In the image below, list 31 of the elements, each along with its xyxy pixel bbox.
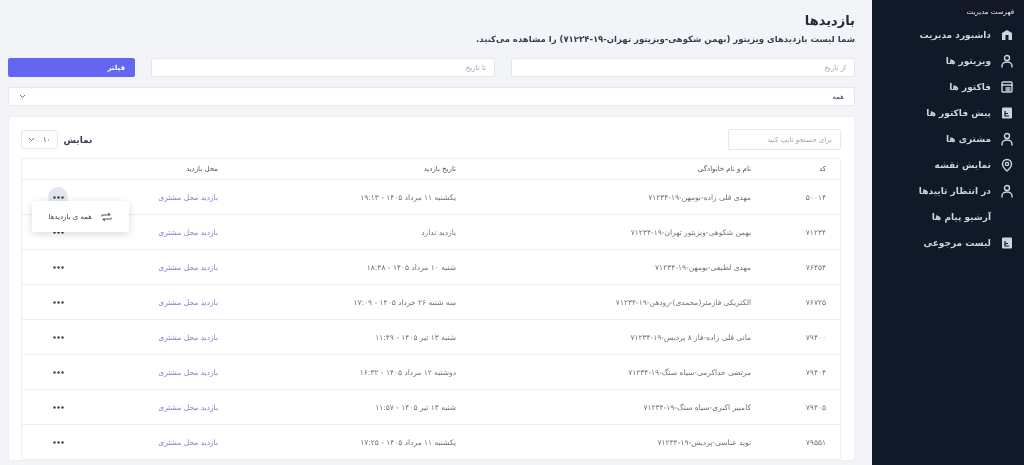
sidebar-item[interactable]: در انتظار تاییدها <box>872 178 1024 204</box>
person-icon <box>1000 132 1014 146</box>
page-size-label: نمایش <box>63 134 93 145</box>
person-icon <box>1000 184 1014 198</box>
page-title: بازدیدها <box>803 13 855 28</box>
invoice-icon <box>1000 80 1014 94</box>
chevron-down-icon <box>19 94 26 99</box>
person-icon <box>1000 54 1014 68</box>
more-icon <box>52 230 64 234</box>
sidebar-item[interactable]: لیست مرجوعی <box>872 230 1024 256</box>
sidebar-item[interactable]: پیش فاکتور ها <box>872 100 1024 126</box>
more-icon <box>52 265 64 269</box>
more-icon <box>52 370 64 374</box>
page-subtitle: شما لیست بازدیدهای ویزیتور (بهمن شکوهی-ویزیتور تهران-۱۹-۷۱۲۳۴) را مشاهده می‌کنید. <box>475 34 855 44</box>
chevron-down-icon <box>28 137 35 142</box>
sidebar-item[interactable]: مشتری ها <box>872 126 1024 152</box>
more-icon <box>52 440 64 444</box>
sidebar-item[interactable]: فاکتور ها <box>872 74 1024 100</box>
more-icon <box>52 405 64 409</box>
document-icon <box>1000 236 1014 250</box>
more-icon <box>52 300 64 304</box>
more-icon <box>52 335 64 339</box>
home-icon <box>1000 28 1014 42</box>
sidebar-item[interactable]: ویزیتور ها <box>872 48 1024 74</box>
sidebar-item[interactable]: آرشیو پیام ها <box>872 204 1024 230</box>
sidebar-item[interactable]: نمایش نقشه <box>872 152 1024 178</box>
repeat-icon <box>101 211 112 222</box>
document-icon <box>1000 106 1014 120</box>
more-icon <box>52 195 64 199</box>
map-pin-icon <box>1000 158 1014 172</box>
sidebar-item[interactable]: داشبورد مدیریت <box>872 22 1024 48</box>
